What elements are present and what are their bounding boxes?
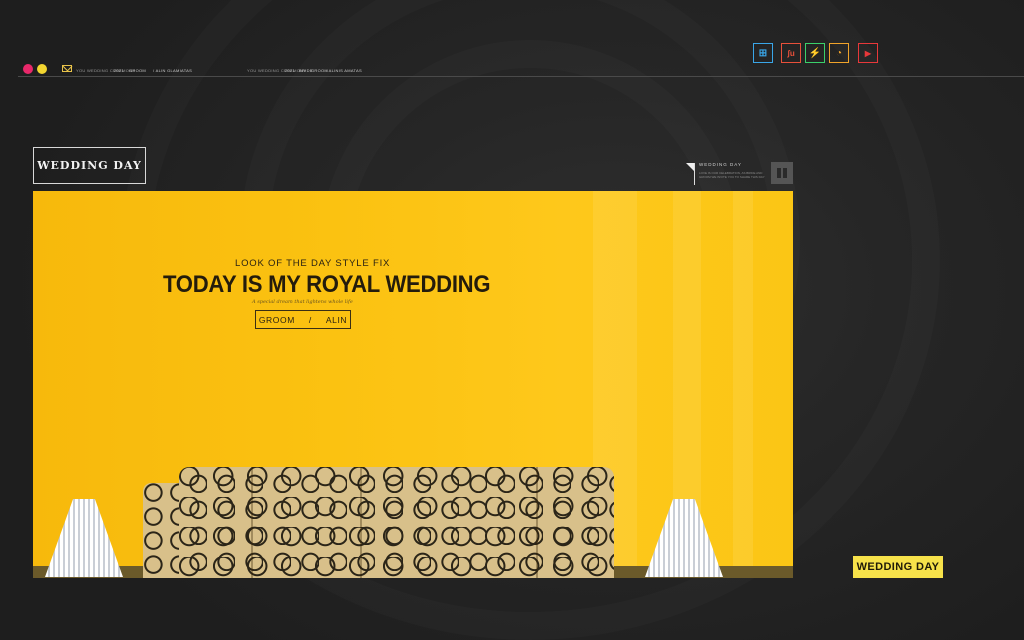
separator: /: [308, 314, 312, 325]
page-title: WEDDING DAY: [33, 147, 146, 184]
meta-left-groom: GROOM: [129, 68, 147, 73]
hero-tagline: A special dream that lightens whole life: [252, 299, 353, 305]
top-bar: YOU WEDDING CEREMONY 2021 GROOM / ALIN G…: [0, 0, 1024, 78]
meta-right-label: YOU WEDDING CEREMONY: [247, 68, 307, 73]
meta-right-year: 2021: [285, 68, 296, 73]
yellow-dot-button[interactable]: [37, 64, 47, 74]
hero-banner: LOOK OF THE DAY STYLE FIX TODAY IS MY RO…: [33, 191, 793, 578]
side-description: LOVE IS OUR CELEBRATION, AS BRIDE AND GR…: [699, 171, 765, 179]
alin-label: ALIN: [325, 314, 348, 325]
rss-icon[interactable]: ◔: [829, 43, 849, 63]
cushion-seam: [536, 467, 538, 578]
stumbleupon-icon[interactable]: ʃu: [781, 43, 801, 63]
cushion-seam: [360, 467, 362, 578]
meta-left-year: 2021: [114, 68, 125, 73]
hero-title: TODAY IS MY ROYAL WEDDING: [163, 271, 491, 298]
pink-dot-button[interactable]: [23, 64, 33, 74]
side-title: WEDDING DAY: [699, 162, 742, 167]
pause-button[interactable]: [771, 162, 793, 184]
flag-icon: [686, 163, 696, 185]
meta-right-name: / ALINIS AMATAS: [326, 68, 362, 73]
mail-icon[interactable]: [62, 65, 72, 72]
meta-left-label: YOU WEDDING CEREMONY: [76, 68, 136, 73]
groom-alin-button[interactable]: GROOM / ALIN: [255, 310, 351, 329]
youtube-icon[interactable]: ▶: [858, 43, 878, 63]
meta-left-name: / ALIN GLAMIATAS: [153, 68, 193, 73]
groom-label: GROOM: [258, 314, 295, 325]
lamp-left-image: [45, 499, 123, 577]
cushion-seam: [251, 467, 253, 578]
sofa-image: [179, 467, 614, 578]
lightning-icon[interactable]: ⚡: [805, 43, 825, 63]
lamp-right-image: [645, 499, 723, 577]
wedding-day-tag[interactable]: WEDDING DAY: [853, 556, 943, 578]
windows-icon[interactable]: ⊞: [753, 43, 773, 63]
hero-subtitle: LOOK OF THE DAY STYLE FIX: [235, 258, 391, 269]
wall-highlight: [733, 191, 753, 578]
top-divider: [18, 76, 1024, 77]
